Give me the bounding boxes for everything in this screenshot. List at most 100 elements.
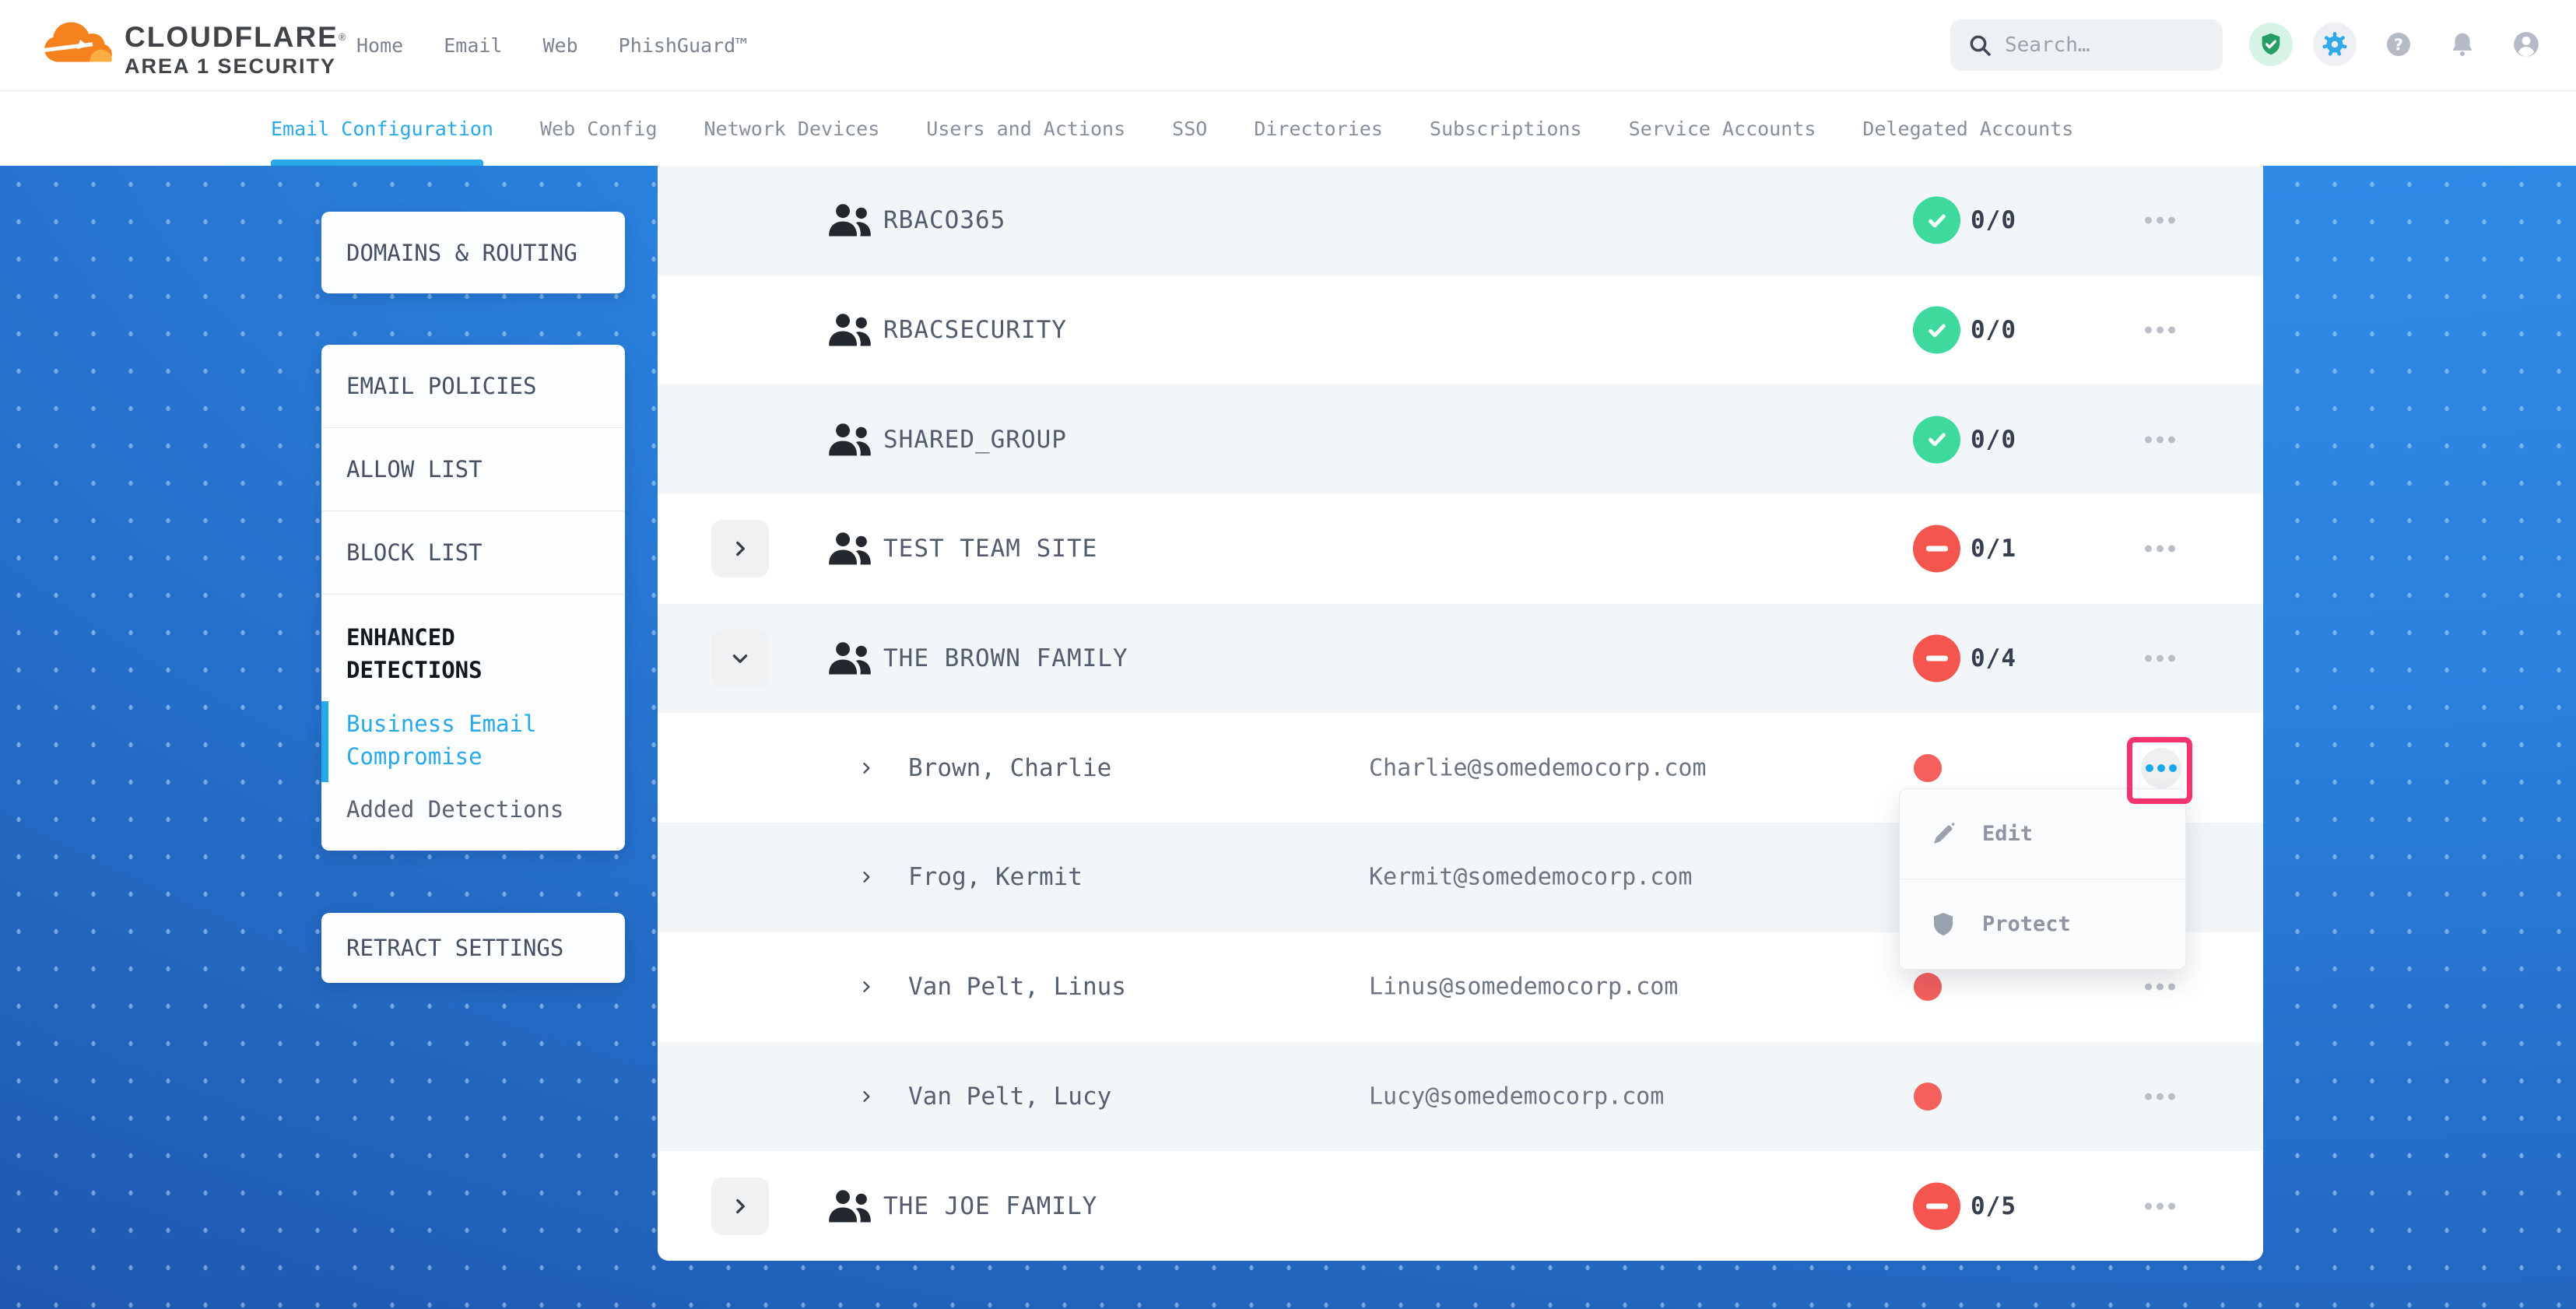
- minus-icon: [1926, 1203, 1948, 1209]
- help-icon[interactable]: ?: [2377, 23, 2420, 66]
- minus-icon: [1926, 656, 1948, 662]
- row-actions-button[interactable]: [2135, 327, 2185, 334]
- expander-expand-button[interactable]: [711, 1177, 769, 1235]
- group-people-icon: [827, 640, 872, 676]
- sidebar-item-email-policies[interactable]: EMAIL POLICIES: [321, 345, 625, 428]
- group-name: THE JOE FAMILY: [883, 1192, 1097, 1220]
- member-email: Charlie@somedemocorp.com: [1369, 754, 1706, 781]
- chevron-right-icon[interactable]: [858, 869, 874, 885]
- ellipsis-dot: [2168, 327, 2175, 334]
- top-nav-web[interactable]: Web: [542, 34, 577, 57]
- sidebar-item-added-detections[interactable]: Added Detections: [321, 787, 625, 851]
- top-nav-phishguard[interactable]: PhishGuard™: [619, 34, 748, 57]
- ellipsis-dot: [2168, 984, 2175, 991]
- member-name: Brown, Charlie: [908, 754, 1111, 782]
- protected-count: 0/5: [1971, 1192, 2016, 1220]
- protected-count: 0/0: [1971, 316, 2016, 344]
- status-blocked-icon: [1913, 1182, 1960, 1230]
- tab-email-configuration[interactable]: Email Configuration: [271, 118, 493, 140]
- menu-item-edit-label: Edit: [1982, 822, 2033, 846]
- tab-directories[interactable]: Directories: [1254, 118, 1383, 140]
- menu-item-protect[interactable]: Protect: [1900, 879, 2185, 969]
- sidebar-item-allow-list[interactable]: ALLOW LIST: [321, 428, 625, 511]
- group-name: RBACO365: [883, 206, 1005, 234]
- people-icon: [827, 422, 872, 457]
- group-name: THE BROWN FAMILY: [883, 644, 1128, 672]
- ellipsis-dot: [2145, 1202, 2152, 1209]
- member-name: Van Pelt, Lucy: [908, 1083, 1111, 1111]
- table-row-group: THE JOE FAMILY 0/5: [658, 1151, 2263, 1261]
- table-row-member: Van Pelt, LucyLucy@somedemocorp.com: [658, 1042, 2263, 1152]
- tab-subscriptions[interactable]: Subscriptions: [1430, 118, 1582, 140]
- protected-count: 0/0: [1971, 426, 2016, 454]
- table-row-group: TEST TEAM SITE0/1: [658, 494, 2263, 604]
- ellipsis-dot: [2168, 1202, 2175, 1209]
- cloudflare-cloud-icon: [39, 11, 118, 72]
- sidebar-card-domains: DOMAINS & ROUTING: [321, 212, 625, 293]
- group-name: RBACSECURITY: [883, 316, 1067, 344]
- search-input[interactable]: [2003, 33, 2209, 58]
- minus-icon: [1926, 546, 1948, 552]
- tab-sso[interactable]: SSO: [1172, 118, 1207, 140]
- chevron-right-icon[interactable]: [858, 979, 874, 995]
- row-actions-button[interactable]: [2135, 436, 2185, 443]
- ellipsis-dot: [2168, 655, 2175, 662]
- check-icon: [1924, 426, 1950, 453]
- ellipsis-dot: [2145, 655, 2152, 662]
- active-item-indicator: [321, 701, 328, 782]
- table-row-group: THE BROWN FAMILY0/4: [658, 604, 2263, 714]
- settings-gear-icon[interactable]: [2313, 23, 2357, 66]
- ellipsis-dot: [2157, 984, 2164, 991]
- tab-delegated-accounts[interactable]: Delegated Accounts: [1862, 118, 2073, 140]
- expander-expand-button[interactable]: [711, 520, 769, 577]
- search-box[interactable]: [1950, 19, 2223, 71]
- account-icon[interactable]: [2504, 23, 2548, 66]
- chevron-right-icon[interactable]: [858, 1089, 874, 1104]
- row-actions-button[interactable]: [2135, 655, 2185, 662]
- top-nav-email[interactable]: Email: [444, 34, 502, 57]
- status-unprotected-dot: [1914, 1083, 1942, 1111]
- menu-item-edit[interactable]: Edit: [1900, 789, 2185, 879]
- sidebar-item-block-list[interactable]: BLOCK LIST: [321, 511, 625, 595]
- row-actions-button-active[interactable]: [2141, 748, 2181, 788]
- ellipsis-dot: [2157, 764, 2165, 772]
- ellipsis-dot: [2157, 546, 2164, 553]
- sidebar-item-domains-routing[interactable]: DOMAINS & ROUTING: [321, 212, 625, 293]
- row-actions-button[interactable]: [2135, 546, 2185, 553]
- protected-count: 0/0: [1971, 206, 2016, 234]
- people-icon: [827, 531, 872, 566]
- tab-web-config[interactable]: Web Config: [540, 118, 658, 140]
- ellipsis-dot: [2146, 764, 2153, 772]
- sidebar-card-policies: EMAIL POLICIESALLOW LISTBLOCK LISTENHANC…: [321, 345, 625, 851]
- menu-item-protect-label: Protect: [1982, 912, 2071, 936]
- tab-network-devices[interactable]: Network Devices: [704, 118, 880, 140]
- row-actions-button[interactable]: [2135, 1093, 2185, 1100]
- sidebar-item-enhanced-detections: ENHANCED DETECTIONS: [321, 595, 625, 700]
- people-icon: [827, 202, 872, 237]
- notifications-bell-icon[interactable]: [2441, 23, 2484, 66]
- row-actions-button[interactable]: [2135, 217, 2185, 224]
- ellipsis-dot: [2168, 1093, 2175, 1100]
- status-ok-icon: [1913, 197, 1960, 244]
- top-nav-home[interactable]: Home: [356, 34, 403, 57]
- table-row-group: RBACSECURITY 0/0: [658, 275, 2263, 385]
- ellipsis-dot: [2145, 984, 2152, 991]
- row-actions-button[interactable]: [2135, 984, 2185, 991]
- group-people-icon: [827, 531, 872, 567]
- shield-check-icon[interactable]: [2249, 23, 2293, 66]
- ellipsis-dot: [2168, 436, 2175, 443]
- status-unprotected-dot: [1914, 973, 1942, 1001]
- tab-users-and-actions[interactable]: Users and Actions: [926, 118, 1125, 140]
- tab-service-accounts[interactable]: Service Accounts: [1629, 118, 1816, 140]
- check-icon: [1924, 317, 1950, 343]
- expander-collapse-button[interactable]: [711, 630, 769, 687]
- row-actions-button[interactable]: [2135, 1202, 2185, 1209]
- sidebar-item-retract-settings[interactable]: RETRACT SETTINGS: [321, 913, 625, 983]
- chevron-right-icon[interactable]: [858, 760, 874, 776]
- chevron-right-icon: [858, 1089, 874, 1104]
- ellipsis-dot: [2157, 655, 2164, 662]
- group-name: SHARED_GROUP: [883, 426, 1067, 454]
- cloudflare-logo[interactable]: CLOUDFLARE® AREA 1 SECURITY: [39, 11, 347, 79]
- sidebar-item-business-email-compromise[interactable]: Business Email Compromise: [321, 700, 625, 787]
- ellipsis-dot: [2145, 546, 2152, 553]
